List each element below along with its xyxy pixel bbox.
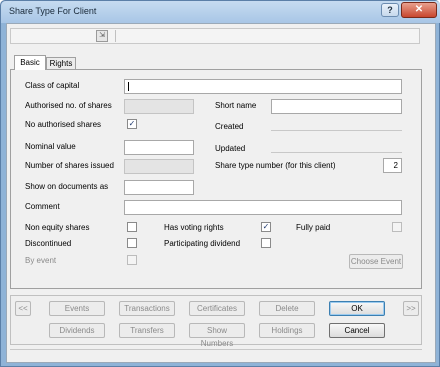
voting-rights-checkbox[interactable]: ✓ [261,222,271,232]
status-bar [10,349,422,360]
nominal-value-input[interactable] [124,140,194,155]
dialog-window: Share Type For Client ? ✕ ⇲ Basic Rights… [0,0,440,367]
certificates-button[interactable]: Certificates [189,301,245,316]
authorised-no-input[interactable] [124,99,194,114]
short-name-input[interactable] [271,99,402,114]
non-equity-checkbox[interactable] [127,222,137,232]
tab-rights[interactable]: Rights [46,57,76,69]
class-of-capital-input[interactable] [124,79,402,94]
no-authorised-checkbox[interactable]: ✓ [127,119,137,129]
action-button-panel: << Events Transactions Certificates Dele… [10,295,422,348]
created-label: Created [215,122,244,131]
toolbar-row: ⇲ [10,28,420,44]
toolbar-field [115,30,415,42]
close-button[interactable]: ✕ [401,2,437,18]
created-value-line [271,130,402,131]
updated-value-line [271,152,402,153]
delete-button[interactable]: Delete [259,301,315,316]
comment-input[interactable] [124,200,402,215]
basic-tab-panel: Class of capital Authorised no. of share… [10,69,422,289]
ok-button[interactable]: OK [329,301,385,316]
show-numbers-button[interactable]: Show Numbers [189,323,245,348]
shares-issued-label: Number of shares issued [25,161,114,170]
short-name-label: Short name [215,101,257,110]
non-equity-label: Non equity shares [25,223,90,232]
fully-paid-label: Fully paid [296,223,331,232]
choose-event-button[interactable]: Choose Event [349,254,403,269]
fully-paid-checkbox[interactable] [392,222,402,232]
browse-icon[interactable]: ⇲ [96,30,108,42]
cancel-button[interactable]: Cancel [329,323,385,338]
text-cursor [128,82,129,91]
share-type-number-label: Share type number (for this client) [215,161,336,170]
share-type-number-input[interactable]: 2 [383,158,402,173]
help-button[interactable]: ? [381,3,399,17]
participating-dividend-label: Participating dividend [164,239,241,248]
transactions-button[interactable]: Transactions [119,301,175,316]
window-title: Share Type For Client [9,6,97,16]
next-button[interactable]: >> [403,301,419,316]
discontinued-label: Discontinued [25,239,72,248]
participating-dividend-checkbox[interactable] [261,238,271,248]
comment-label: Comment [25,202,60,211]
holdings-button[interactable]: Holdings [259,323,315,338]
discontinued-checkbox[interactable] [127,238,137,248]
previous-button[interactable]: << [15,301,31,316]
dialog-body: ⇲ Basic Rights Class of capital Authoris… [6,23,436,363]
title-bar: Share Type For Client ? ✕ [1,1,440,23]
by-event-checkbox[interactable] [127,255,137,265]
nominal-value-label: Nominal value [25,142,76,151]
dividends-button[interactable]: Dividends [49,323,105,338]
tab-basic[interactable]: Basic [14,55,46,70]
show-on-documents-input[interactable] [124,180,194,195]
authorised-no-label: Authorised no. of shares [25,101,112,110]
no-authorised-label: No authorised shares [25,120,102,129]
shares-issued-input[interactable] [124,159,194,174]
by-event-label: By event [25,256,57,265]
updated-label: Updated [215,144,246,153]
show-on-documents-label: Show on documents as [25,182,109,191]
events-button[interactable]: Events [49,301,105,316]
class-of-capital-label: Class of capital [25,81,80,90]
transfers-button[interactable]: Transfers [119,323,175,338]
voting-rights-label: Has voting rights [164,223,224,232]
